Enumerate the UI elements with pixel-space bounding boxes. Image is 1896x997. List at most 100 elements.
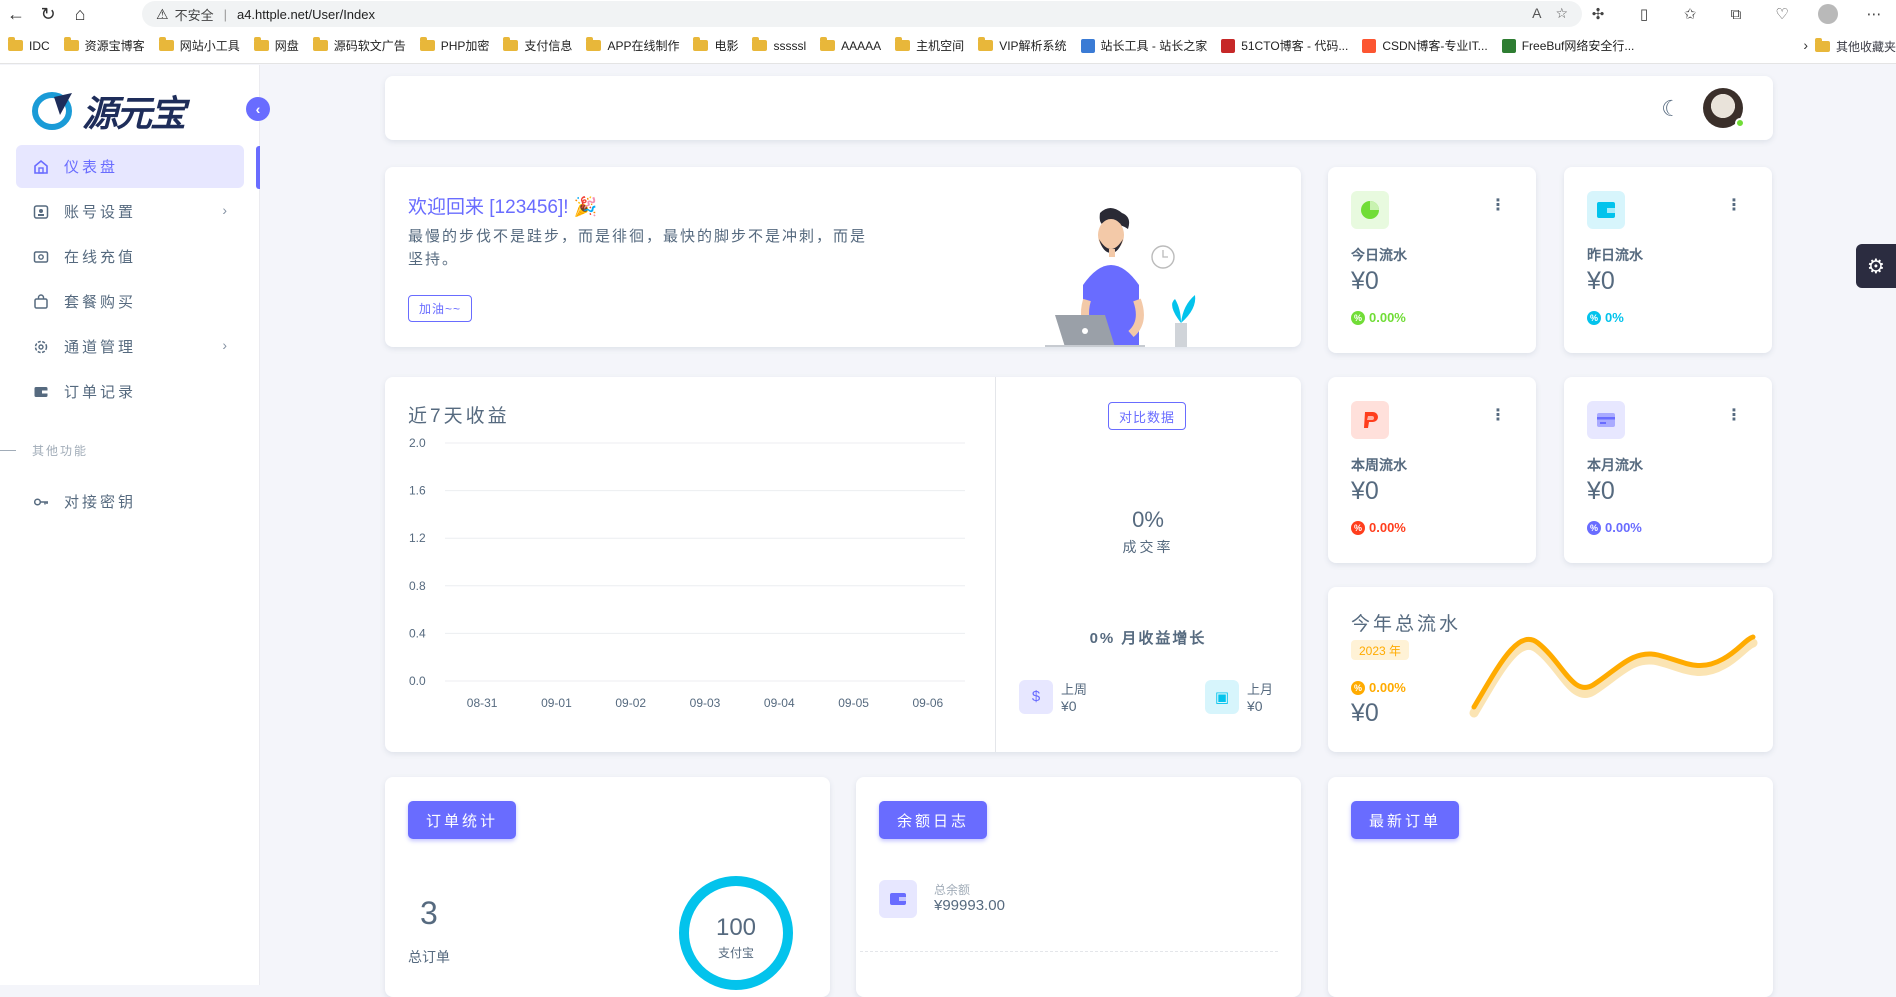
home-icon — [32, 158, 50, 176]
card-icon — [32, 383, 50, 401]
more-options-icon[interactable]: ⋮ — [1726, 195, 1742, 215]
sidebar-item-label: 套餐购买 — [64, 294, 137, 311]
performance-icon[interactable]: ♡ — [1760, 0, 1804, 28]
star-icon[interactable]: ☆ — [1555, 5, 1568, 22]
folder-icon — [312, 37, 328, 51]
compare-data-button[interactable]: 对比数据 — [1108, 402, 1187, 430]
balance-value: ¥99993.00 — [934, 897, 1005, 914]
logo[interactable]: 源元宝 — [32, 85, 186, 137]
extensions-icon[interactable]: ✣ — [1576, 0, 1620, 28]
balance-log-button[interactable]: 余额日志 — [879, 801, 988, 839]
stat-label: 本月流水 — [1587, 457, 1643, 473]
year-total-title: 今年总流水 — [1351, 614, 1462, 635]
collections-icon[interactable]: ⧉ — [1714, 0, 1758, 28]
refresh-icon[interactable]: ↻ — [32, 0, 64, 28]
y-tick-label: 0.4 — [409, 626, 426, 640]
bookmark-item[interactable]: sssssl — [752, 37, 806, 53]
bookmark-item[interactable]: 网盘 — [253, 37, 299, 54]
bookmarks-overflow-icon[interactable]: › — [1803, 37, 1808, 53]
sidebar-item-recharge[interactable]: 在线充值 — [16, 235, 244, 278]
browser-toolbar: ← ↻ ⌂ ⚠ 不安全 | a4.httple.net/User/Index A… — [0, 0, 1896, 28]
cheer-button[interactable]: 加油~~ — [408, 295, 473, 322]
y-tick-label: 1.6 — [409, 484, 426, 498]
back-icon[interactable]: ← — [0, 0, 32, 28]
active-indicator — [256, 146, 260, 189]
latest-orders-button[interactable]: 最新订单 — [1351, 801, 1460, 839]
bookmark-item[interactable]: 电影 — [693, 37, 738, 54]
sidebar-item-label: 在线充值 — [64, 249, 137, 266]
conversion-rate-value: 0% — [1132, 507, 1164, 532]
bookmark-item[interactable]: APP在线制作 — [586, 37, 679, 54]
folder-icon — [253, 37, 269, 51]
sidebar-item-orders[interactable]: 订单记录 — [16, 370, 244, 413]
read-aloud-icon[interactable]: A — [1532, 5, 1541, 22]
favorites-icon[interactable]: ✩ — [1668, 0, 1712, 28]
collapse-sidebar-button[interactable]: ‹ — [246, 97, 270, 121]
year-sparkline — [1469, 634, 1758, 718]
sidebar-item-account[interactable]: 账号设置 › — [16, 190, 244, 233]
stat-card-yesterday: ⋮ 昨日流水 ¥0 % 0% — [1564, 167, 1772, 353]
balance-divider — [860, 951, 1278, 952]
bookmark-item[interactable]: 网站小工具 — [158, 37, 240, 54]
folder-icon — [693, 37, 709, 51]
sidebar-item-api-key[interactable]: 对接密钥 — [16, 480, 244, 523]
bookmark-item[interactable]: IDC — [8, 37, 50, 53]
sidebar-item-label: 对接密钥 — [64, 494, 137, 511]
bookmark-item[interactable]: CSDN博客-专业IT... — [1362, 37, 1488, 54]
percent-icon: % — [1587, 310, 1601, 325]
x-tick-label: 09-03 — [690, 696, 721, 710]
sidebar-item-dashboard[interactable]: 仪表盘 — [16, 145, 244, 188]
bookmark-item[interactable]: 支付信息 — [503, 37, 572, 54]
dark-mode-toggle-icon[interactable]: ☾ — [1661, 96, 1681, 122]
more-icon[interactable]: ⋯ — [1852, 0, 1896, 28]
more-options-icon[interactable]: ⋮ — [1490, 405, 1506, 425]
order-stats-button[interactable]: 订单统计 — [408, 801, 517, 839]
bookmark-item[interactable]: FreeBuf网络安全行... — [1501, 37, 1634, 54]
bookmark-item[interactable]: AAAAA — [820, 37, 881, 53]
top-navbar: ☾ — [385, 76, 1773, 140]
address-bar[interactable]: ⚠ 不安全 | a4.httple.net/User/Index A ☆ — [142, 1, 1582, 27]
folder-icon — [586, 37, 602, 51]
revenue-chart: 0.0 0.4 0.8 1.2 1.6 2.0 08-31 09-01 09-02 09-03 09… — [409, 436, 965, 710]
bookmark-item[interactable]: 源码软文广告 — [312, 37, 406, 54]
welcome-card: 欢迎回来 [123456]! 🎉 最慢的步伐不是跬步，而是徘徊，最快的脚步不是冲… — [385, 167, 1301, 347]
theme-settings-gear-icon[interactable]: ⚙ — [1856, 244, 1896, 288]
sidebar-item-package[interactable]: 套餐购买 — [16, 280, 244, 323]
wallet-chart-icon — [1587, 191, 1625, 229]
other-bookmarks[interactable]: 其他收藏夹 — [1814, 28, 1896, 64]
stat-value: ¥0 — [1351, 477, 1379, 505]
wallet-icon — [32, 248, 50, 266]
sidebar-item-channel[interactable]: 通道管理 › — [16, 325, 244, 368]
more-options-icon[interactable]: ⋮ — [1726, 405, 1742, 425]
home-browser-icon[interactable]: ⌂ — [64, 0, 96, 28]
folder-icon — [158, 37, 174, 51]
bookmark-item[interactable]: VIP解析系统 — [978, 37, 1067, 54]
gear-icon — [32, 338, 50, 356]
sidebar-item-label: 订单记录 — [64, 384, 137, 401]
split-screen-icon[interactable]: ▯ — [1622, 0, 1666, 28]
x-tick-label: 09-01 — [541, 696, 572, 710]
address-separator: | — [223, 6, 227, 22]
chevron-right-icon: › — [222, 202, 230, 218]
stat-change: % 0% — [1587, 310, 1624, 325]
bookmark-item[interactable]: 资源宝博客 — [63, 37, 145, 54]
stat-card-week: ⋮ 本周流水 ¥0 % 0.00% — [1328, 377, 1536, 563]
x-tick-label: 09-06 — [913, 696, 944, 710]
percent-icon: % — [1351, 310, 1365, 325]
revenue-card: 近7天收益 0.0 0.4 0.8 1.2 1.6 2.0 08-31 09-01 09-02 0… — [385, 377, 1301, 752]
percent-icon: % — [1587, 520, 1601, 535]
bookmark-item[interactable]: PHP加密 — [419, 37, 489, 54]
bookmark-item[interactable]: 站长工具 - 站长之家 — [1080, 37, 1207, 54]
stat-change: % 0.00% — [1351, 520, 1406, 535]
more-options-icon[interactable]: ⋮ — [1490, 195, 1506, 215]
bookmark-item[interactable]: 51CTO博客 - 代码... — [1221, 37, 1348, 54]
bookmarks-bar: IDC 资源宝博客 网站小工具 网盘 源码软文广告 PHP加密 支付信息 APP… — [0, 28, 1896, 64]
stat-label: 昨日流水 — [1587, 247, 1643, 263]
bookmark-item[interactable]: 主机空间 — [895, 37, 964, 54]
profile-icon[interactable] — [1806, 0, 1850, 28]
sidebar-item-label: 账号设置 — [64, 204, 137, 221]
last-week-summary: $ 上周 ¥0 — [1019, 679, 1087, 714]
wallet-icon: ▣ — [1205, 679, 1239, 714]
folder-icon — [8, 37, 23, 51]
stat-label: 本周流水 — [1351, 457, 1407, 473]
